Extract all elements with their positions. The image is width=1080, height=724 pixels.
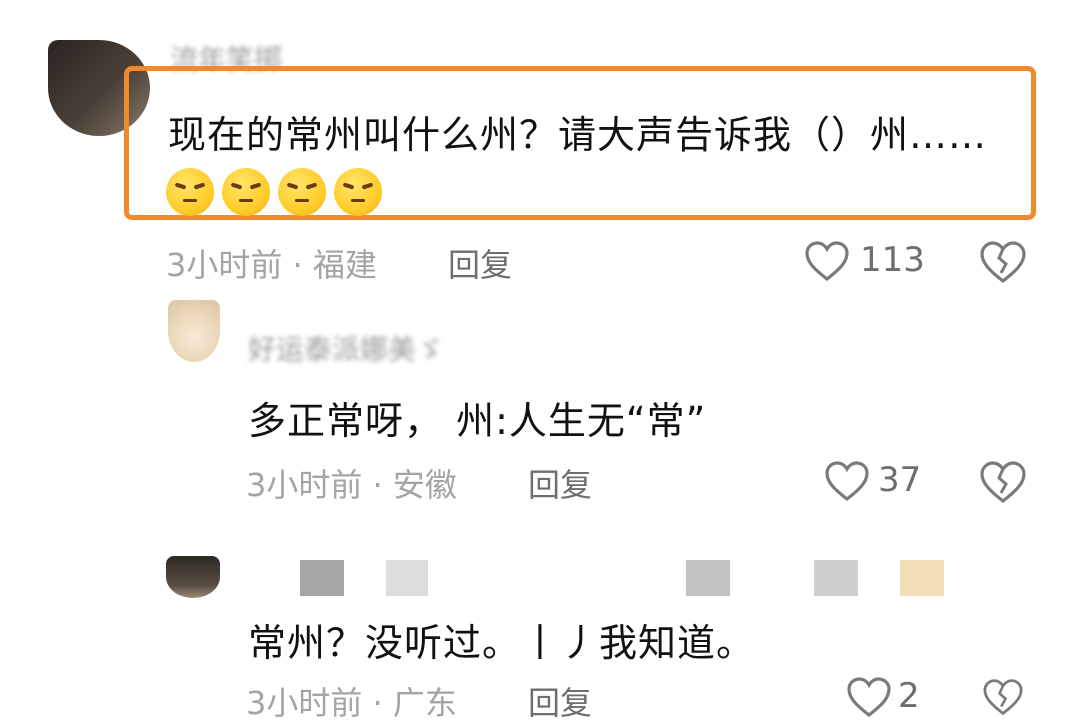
broken-heart-icon[interactable] bbox=[978, 240, 1028, 284]
redacted-username-block bbox=[900, 560, 944, 596]
comment-meta: 3小时前 · 福建 bbox=[166, 246, 377, 284]
avatar[interactable] bbox=[166, 556, 220, 598]
like-button[interactable]: 113 bbox=[804, 236, 934, 286]
reply-button[interactable]: 回复 bbox=[448, 240, 512, 286]
heart-outline-icon bbox=[825, 461, 869, 502]
avatar[interactable] bbox=[168, 300, 220, 362]
redacted-username-block bbox=[300, 560, 344, 596]
squint-emoji-icon bbox=[334, 168, 382, 216]
squint-emoji-icon bbox=[166, 168, 214, 216]
heart-outline-icon bbox=[847, 677, 891, 718]
redacted-username-block bbox=[814, 560, 858, 596]
like-button[interactable]: 2 bbox=[846, 674, 936, 718]
like-count: 113 bbox=[860, 240, 925, 280]
like-button[interactable]: 37 bbox=[824, 456, 934, 506]
comment-meta: 3小时前 · 安徽 bbox=[246, 466, 457, 504]
comment-text: 多正常呀， 州:人生无“常” bbox=[248, 399, 707, 443]
broken-heart-icon[interactable] bbox=[978, 678, 1028, 716]
like-count: 2 bbox=[898, 676, 920, 716]
like-count: 37 bbox=[878, 460, 922, 500]
squint-emoji-icon bbox=[278, 168, 326, 216]
broken-heart-icon[interactable] bbox=[978, 460, 1028, 504]
squint-emoji-icon bbox=[222, 168, 270, 216]
comment-text: 常州？没听过。丨丿我知道。 bbox=[248, 621, 756, 665]
heart-outline-icon bbox=[805, 241, 849, 282]
comment-meta: 3小时前 · 广东 bbox=[246, 684, 457, 722]
username[interactable]: 好运泰派娜美ゞ bbox=[248, 328, 444, 368]
comment-text: 现在的常州叫什么州？请大声告诉我（）州…… bbox=[168, 113, 988, 157]
reply-button[interactable]: 回复 bbox=[528, 678, 592, 724]
redacted-username-block bbox=[386, 560, 428, 596]
reply-button[interactable]: 回复 bbox=[528, 460, 592, 506]
redacted-username-block bbox=[686, 560, 730, 596]
